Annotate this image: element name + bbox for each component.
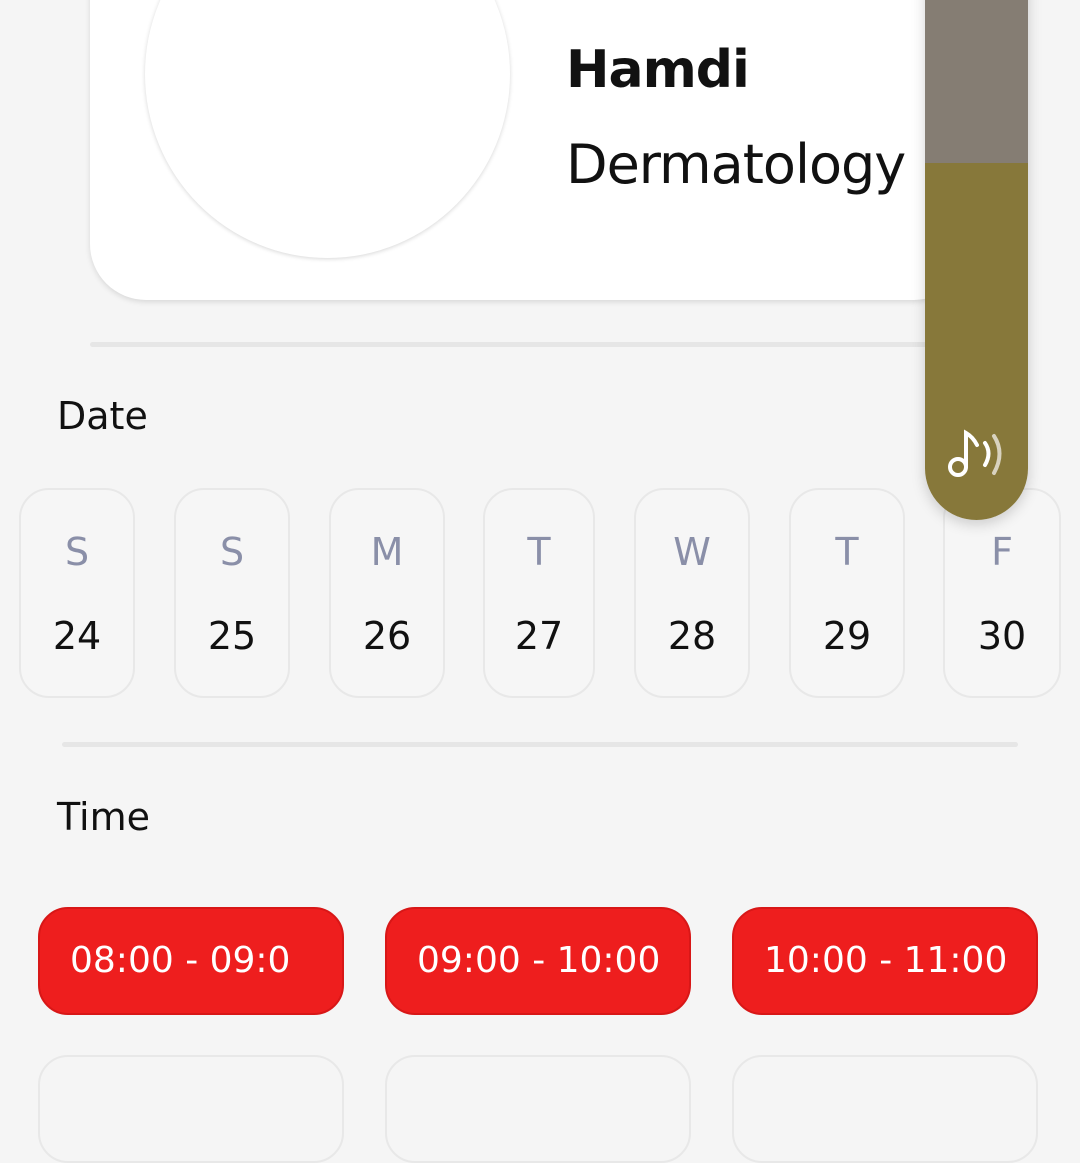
time-slot-row2-3[interactable]	[732, 1055, 1038, 1163]
divider-top	[90, 342, 970, 347]
day-weekday: S	[219, 530, 245, 574]
time-slot-1000[interactable]: 10:00 - 11:00	[732, 907, 1038, 1015]
time-slot-row2-2[interactable]	[385, 1055, 691, 1163]
volume-track	[925, 0, 1028, 163]
time-section-label: Time	[57, 795, 150, 839]
day-weekday: T	[527, 530, 551, 574]
music-note-volume-icon	[948, 429, 1002, 477]
day-weekday: T	[835, 530, 859, 574]
day-card-26[interactable]: M 26	[329, 488, 445, 698]
day-number: 24	[52, 614, 102, 658]
doctor-name: Hamdi	[566, 40, 750, 100]
day-number: 30	[977, 614, 1027, 658]
date-section-label: Date	[57, 394, 148, 438]
day-weekday: W	[673, 530, 711, 574]
day-card-28[interactable]: W 28	[634, 488, 750, 698]
time-slot-row2-1[interactable]	[38, 1055, 344, 1163]
divider-middle	[62, 742, 1018, 747]
volume-slider[interactable]	[925, 0, 1028, 520]
time-slot-0900[interactable]: 09:00 - 10:00	[385, 907, 691, 1015]
day-weekday: S	[64, 530, 90, 574]
time-slot-0800[interactable]: 08:00 - 09:0	[38, 907, 344, 1015]
day-number: 25	[207, 614, 257, 658]
day-card-24[interactable]: S 24	[19, 488, 135, 698]
day-number: 28	[667, 614, 717, 658]
doctor-specialty: Dermatology	[566, 133, 906, 196]
day-number: 26	[362, 614, 412, 658]
day-card-27[interactable]: T 27	[483, 488, 595, 698]
day-number: 29	[822, 614, 872, 658]
day-card-25[interactable]: S 25	[174, 488, 290, 698]
day-weekday: F	[991, 530, 1013, 574]
day-card-29[interactable]: T 29	[789, 488, 905, 698]
day-weekday: M	[370, 530, 404, 574]
day-number: 27	[514, 614, 564, 658]
